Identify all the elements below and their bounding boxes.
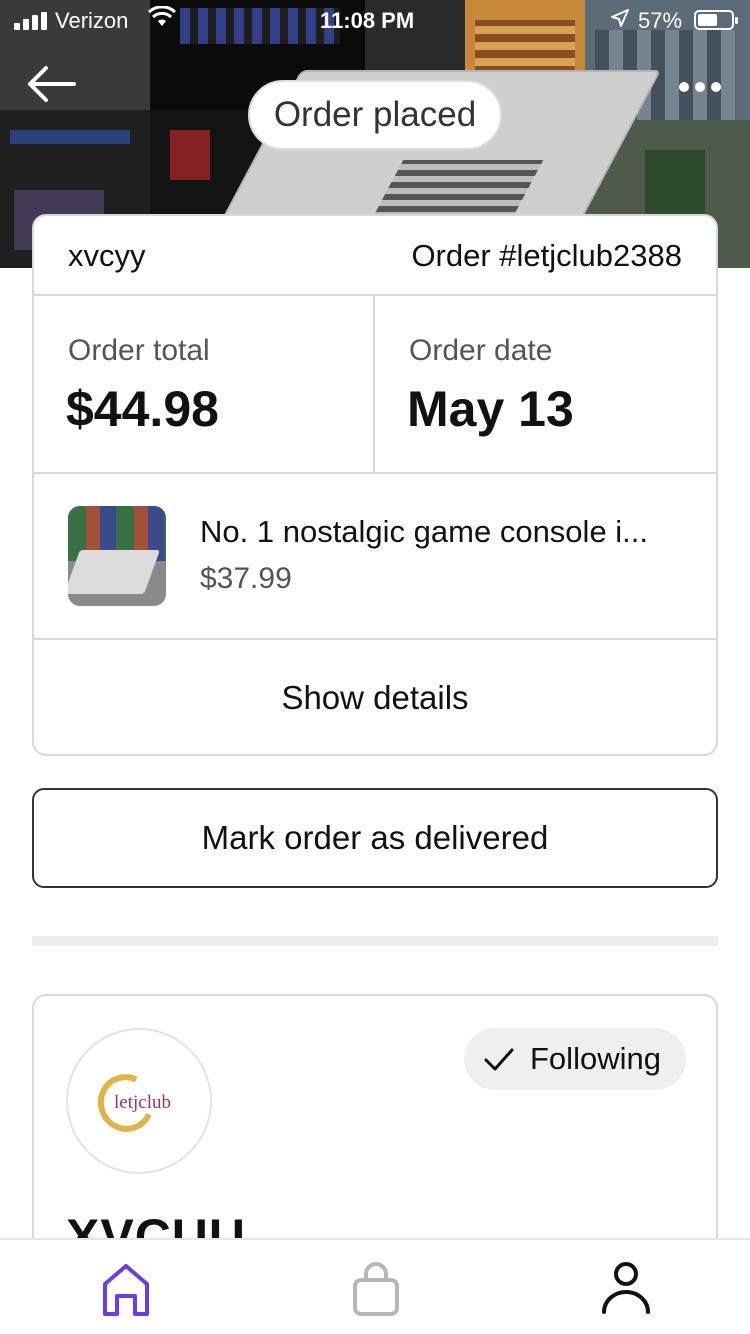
order-total-stat: Order total $44.98 <box>34 296 375 472</box>
order-summary-card: xvcyy Order #letjclub2388 Order total $4… <box>32 214 718 756</box>
following-label: Following <box>530 1041 661 1076</box>
signal-icon <box>14 12 48 30</box>
order-total-label: Order total <box>68 334 210 367</box>
location-icon <box>610 8 630 33</box>
home-icon <box>103 1264 149 1316</box>
arrow-left-icon <box>28 66 76 102</box>
following-button[interactable]: Following <box>464 1028 686 1090</box>
battery-icon <box>694 10 738 30</box>
order-date-stat: Order date May 13 <box>375 296 716 472</box>
item-title: No. 1 nostalgic game console i... <box>200 514 649 549</box>
order-header-row: xvcyy Order #letjclub2388 <box>34 216 716 296</box>
mark-delivered-button[interactable]: Mark order as delivered <box>32 788 718 888</box>
order-stats-row: Order total $44.98 Order date May 13 <box>34 296 716 474</box>
order-date-label: Order date <box>409 334 553 367</box>
shop-logo-text: letjclub <box>114 1092 171 1113</box>
tab-home[interactable] <box>86 1254 166 1324</box>
shop-avatar[interactable]: letjclub <box>66 1028 212 1174</box>
carrier-label: Verizon <box>55 8 129 33</box>
order-date-value: May 13 <box>407 381 574 437</box>
check-icon <box>484 1048 514 1071</box>
page-title: Order placed <box>248 80 502 150</box>
more-options-button[interactable] <box>670 70 730 100</box>
order-total-value: $44.98 <box>66 381 219 437</box>
clock: 11:08 PM <box>320 8 415 33</box>
back-button[interactable] <box>22 62 82 106</box>
person-icon <box>602 1262 650 1314</box>
order-number: Order #letjclub2388 <box>411 238 682 273</box>
tab-bar <box>0 1238 750 1334</box>
section-divider <box>32 936 718 946</box>
item-price: $37.99 <box>200 562 292 595</box>
tab-bag[interactable] <box>336 1254 416 1324</box>
status-bar: Verizon 11:08 PM 57% <box>0 0 750 40</box>
show-details-button[interactable]: Show details <box>34 640 716 754</box>
shop-name: xvcyy <box>68 238 146 273</box>
more-horizontal-icon <box>679 82 721 92</box>
item-thumbnail <box>68 506 166 606</box>
order-item-row[interactable]: No. 1 nostalgic game console i... $37.99 <box>34 474 716 640</box>
battery-percent: 57% <box>638 8 683 33</box>
wifi-icon <box>147 5 177 34</box>
tab-profile[interactable] <box>586 1254 666 1324</box>
bag-icon <box>353 1262 399 1316</box>
